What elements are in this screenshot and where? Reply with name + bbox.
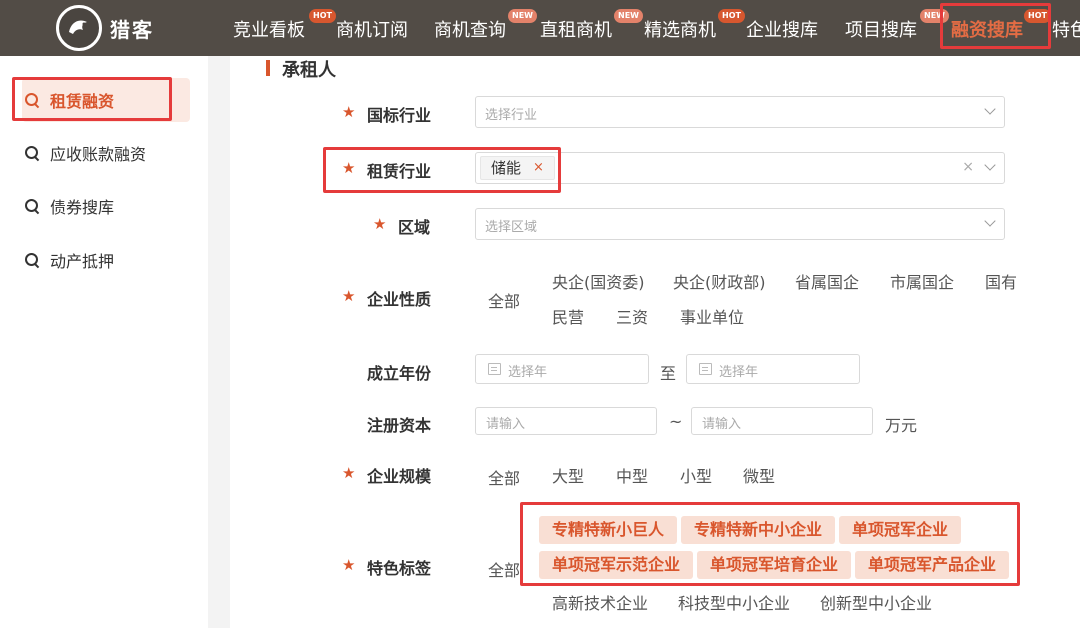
tag-option[interactable]: 科技型中小企业 [678, 590, 790, 614]
highlight-box [323, 147, 561, 193]
founded-start-picker[interactable]: 选择年 [475, 354, 649, 384]
nav-badge: NEW [614, 9, 643, 23]
industry-placeholder: 选择行业 [485, 108, 538, 123]
sidebar-item-label: 债券搜库 [50, 198, 115, 217]
highlight-box [520, 502, 1020, 586]
required-star-icon: ★ [373, 215, 387, 233]
range-separator: ~ [669, 412, 683, 431]
industry-label: 国标行业 [367, 106, 432, 125]
sidebar-item-label: 应收账款融资 [50, 145, 147, 164]
date-placeholder: 选择年 [508, 365, 548, 380]
tag-option[interactable]: 创新型中小企业 [820, 590, 932, 614]
search-icon [24, 198, 40, 214]
chevron-down-icon [984, 215, 996, 227]
scale-label: 企业规模 [367, 467, 432, 486]
required-star-icon: ★ [342, 556, 356, 574]
industry-select[interactable]: 选择行业 [475, 96, 1005, 128]
nature-option[interactable]: 市属国企 [890, 269, 954, 293]
nav-item-direct-lease[interactable]: 直租商机 [540, 16, 612, 42]
tags-option-all[interactable]: 全部 [488, 557, 520, 581]
required-star-icon: ★ [342, 464, 356, 482]
input-placeholder: 请输入 [486, 417, 526, 432]
calendar-icon [699, 363, 712, 375]
nav-item-special[interactable]: 特色 [1052, 16, 1080, 42]
nature-option[interactable]: 三资 [616, 304, 648, 328]
calendar-icon [488, 363, 501, 375]
founded-label: 成立年份 [367, 364, 432, 383]
clear-icon[interactable]: × [962, 159, 974, 175]
sidebar-item-bonds[interactable]: 债券搜库 [22, 184, 190, 228]
chevron-down-icon [984, 103, 996, 115]
capital-label: 注册资本 [367, 416, 432, 435]
nature-option[interactable]: 事业单位 [680, 304, 744, 328]
region-placeholder: 选择区域 [485, 220, 538, 235]
logo-icon[interactable] [56, 5, 102, 51]
capital-min-input[interactable]: 请输入 [475, 407, 657, 435]
scale-option[interactable]: 中型 [616, 463, 648, 487]
nature-label: 企业性质 [367, 290, 432, 309]
top-nav: 猎客 竞业看板 HOT 商机订阅 商机查询 NEW 直租商机 NEW 精选商机 … [0, 0, 1080, 56]
highlight-box [12, 77, 172, 121]
nature-option-all[interactable]: 全部 [488, 288, 520, 312]
region-select[interactable]: 选择区域 [475, 208, 1005, 240]
capital-max-input[interactable]: 请输入 [691, 407, 873, 435]
nav-item-featured[interactable]: 精选商机 [644, 16, 716, 42]
nature-option[interactable]: 民营 [552, 304, 584, 328]
founded-end-picker[interactable]: 选择年 [686, 354, 860, 384]
search-icon [24, 145, 40, 161]
tags-label: 特色标签 [367, 559, 432, 578]
nav-badge: NEW [508, 9, 537, 23]
scale-option[interactable]: 大型 [552, 463, 584, 487]
input-placeholder: 请输入 [702, 417, 742, 432]
scale-option[interactable]: 小型 [680, 463, 712, 487]
date-placeholder: 选择年 [719, 365, 759, 380]
nature-option[interactable]: 央企(国资委) [552, 269, 645, 293]
nav-item-subscription[interactable]: 商机订阅 [336, 16, 408, 42]
section-marker [266, 60, 270, 76]
sidebar: 租赁融资 应收账款融资 债券搜库 动产抵押 [0, 56, 208, 628]
capital-unit: 万元 [885, 416, 918, 435]
nav-item-opportunity-search[interactable]: 商机查询 [434, 16, 506, 42]
region-label: 区域 [398, 218, 431, 237]
nav-item-project-search[interactable]: 项目搜库 [845, 16, 917, 42]
nature-option[interactable]: 央企(财政部) [673, 269, 766, 293]
scale-option-all[interactable]: 全部 [488, 465, 520, 489]
sidebar-item-chattel-mortgage[interactable]: 动产抵押 [22, 238, 190, 282]
sidebar-item-receivables[interactable]: 应收账款融资 [22, 131, 190, 175]
required-star-icon: ★ [342, 103, 356, 121]
tag-option[interactable]: 高新技术企业 [552, 590, 648, 614]
range-separator: 至 [660, 364, 677, 383]
nature-option[interactable]: 国有 [985, 269, 1017, 293]
section-title: 承租人 [282, 60, 336, 81]
highlight-box [940, 3, 1051, 49]
nav-item-enterprise-search[interactable]: 企业搜库 [746, 16, 818, 42]
nav-item-competition-board[interactable]: 竞业看板 [233, 16, 305, 42]
search-icon [24, 252, 40, 268]
nature-option[interactable]: 省属国企 [795, 269, 859, 293]
scale-option[interactable]: 微型 [743, 463, 775, 487]
required-star-icon: ★ [342, 287, 356, 305]
nav-badge: HOT [718, 9, 745, 23]
nav-badge: HOT [309, 9, 336, 23]
sidebar-item-label: 动产抵押 [50, 252, 115, 271]
chevron-down-icon [984, 159, 996, 171]
brand-name: 猎客 [110, 18, 154, 42]
